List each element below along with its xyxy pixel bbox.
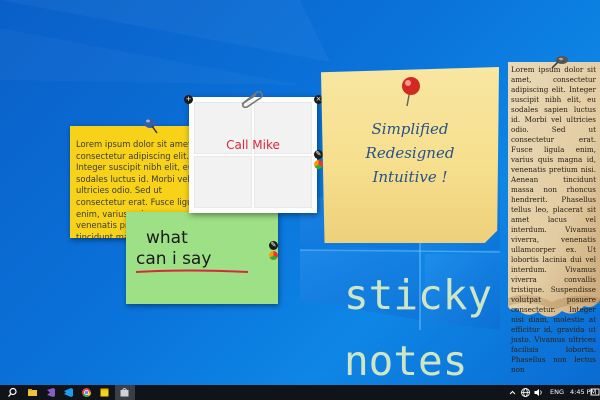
handwriting-line-2: can i say xyxy=(136,249,211,269)
green-sticky-note[interactable]: what can i say xyxy=(126,212,278,304)
green-note-color-icon[interactable] xyxy=(269,251,278,260)
gray-pushpin-icon xyxy=(551,56,568,69)
sticky-notes-title: sticky notes xyxy=(344,262,492,385)
paper-note-line-2: Redesigned xyxy=(365,144,455,162)
language-indicator[interactable]: ENG xyxy=(550,385,564,400)
green-note-pen-icon[interactable]: ✎ xyxy=(269,241,278,250)
sticky-notes-app-icon[interactable] xyxy=(99,387,110,398)
paper-note-text: Simplified Redesigned Intuitive ! xyxy=(321,117,499,189)
parchment-note-text: Lorem ipsum dolor sit amet, consectetur … xyxy=(511,65,596,374)
visual-studio-icon[interactable] xyxy=(45,387,56,398)
handwriting-line-1: what xyxy=(146,228,188,248)
red-pushpin-icon xyxy=(402,77,420,107)
white-note-grid xyxy=(194,102,312,208)
file-explorer-icon[interactable] xyxy=(27,387,38,398)
title-line-1: sticky xyxy=(344,271,493,319)
handwriting-drawing: what can i say xyxy=(135,228,249,273)
paper-note-line-3: Intuitive ! xyxy=(372,168,448,186)
chrome-icon[interactable] xyxy=(81,387,92,398)
blue-pushpin-icon xyxy=(144,118,158,134)
vs-code-icon[interactable] xyxy=(63,387,74,398)
taskbar: ENG 4:45 PM xyxy=(0,385,600,400)
white-note-text: Call Mike xyxy=(226,138,280,152)
title-line-2: notes xyxy=(344,337,468,385)
notification-center-icon[interactable] xyxy=(590,387,600,398)
parchment-sticky-note[interactable]: Lorem ipsum dolor sit amet, consectetur … xyxy=(508,62,600,374)
chevron-up-icon[interactable] xyxy=(507,387,518,398)
add-note-icon[interactable]: + xyxy=(184,95,193,104)
paperclip-icon xyxy=(241,90,263,108)
store-icon[interactable] xyxy=(119,387,130,398)
paper-note-line-1: Simplified xyxy=(371,120,449,138)
white-sticky-note[interactable]: Call Mike xyxy=(189,97,317,213)
search-icon[interactable] xyxy=(7,387,18,398)
network-globe-icon[interactable] xyxy=(520,387,531,398)
volume-icon[interactable] xyxy=(533,387,544,398)
desktop: Lorem ipsum dolor sit amet, consectetur … xyxy=(0,0,600,385)
